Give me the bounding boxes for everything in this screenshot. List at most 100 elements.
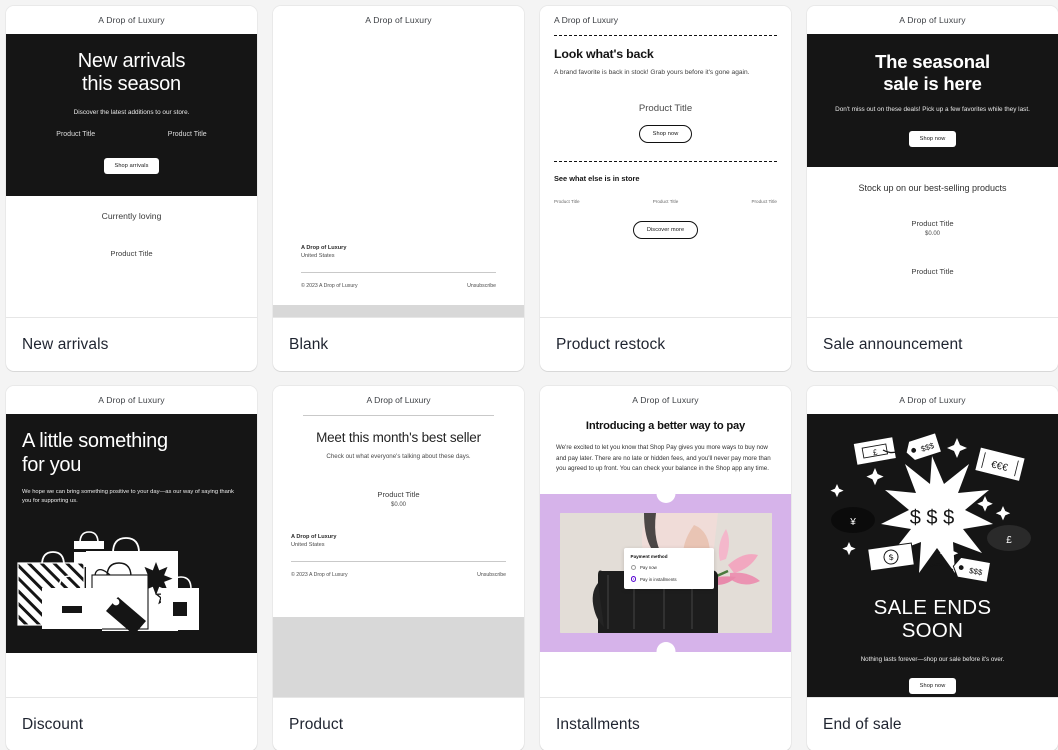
template-preview-end-of-sale: A Drop of Luxury $ $ $ £ €€€ $ $$$ $$$ ¥… (807, 386, 1058, 697)
hero-title-line2: for you (22, 453, 82, 476)
product-title: Product Title (911, 218, 954, 228)
svg-text:$ $ $: $ $ $ (910, 507, 954, 529)
product-price: $0.00 (924, 230, 940, 237)
template-card-blank[interactable]: A Drop of Luxury A Drop of Luxury United… (273, 6, 524, 371)
restock-product-grid: Product Title Product Title Product Titl… (554, 199, 777, 204)
footer-divider (291, 561, 506, 562)
email-footer: A Drop of Luxury United States © 2023 A … (291, 534, 506, 578)
radio-unselected-icon[interactable] (630, 564, 636, 571)
hero-section: The seasonal sale is here Don't miss out… (807, 34, 1058, 167)
email-brand-name: A Drop of Luxury (98, 15, 165, 25)
shop-pay-photo: Payment method Pay now Pay in installmen… (559, 512, 772, 633)
hero-subtitle: Don't miss out on these deals! Pick up a… (835, 106, 1030, 114)
payment-option-pay-now[interactable]: Pay now (630, 564, 707, 571)
shop-arrivals-button[interactable]: Shop arrivals (103, 158, 160, 175)
lower-heading: Currently loving (101, 211, 162, 222)
lower-section: Stock up on our best-selling products Pr… (807, 167, 1058, 276)
template-preview-product-restock: A Drop of Luxury Look what's back A bran… (540, 6, 791, 317)
email-brand-name: A Drop of Luxury (554, 15, 619, 25)
template-card-sale-announcement[interactable]: A Drop of Luxury The seasonal sale is he… (807, 6, 1058, 371)
dotted-divider-bottom (554, 160, 777, 162)
hero-title: A little something for you (22, 430, 241, 477)
payment-option-label: Pay in installments (640, 576, 677, 582)
card-label-end-of-sale: End of sale (807, 697, 1058, 750)
hero-section: A little something for you We hope we ca… (6, 414, 257, 653)
hero-title: New arrivals this season (20, 50, 243, 97)
hero-title: SALE ENDS SOON (807, 596, 1058, 643)
footer-copyright: © 2023 A Drop of Luxury (301, 283, 358, 289)
hero-title-line1: SALE ENDS (873, 596, 992, 619)
hero-title: The seasonal sale is here (821, 51, 1044, 94)
footer-divider (301, 272, 496, 273)
footer-copyright: © 2023 A Drop of Luxury (291, 572, 348, 578)
hero-section: $ $ $ £ €€€ $ $$$ $$$ ¥ £ SALE ENDS SOON… (807, 414, 1058, 697)
email-footer: A Drop of Luxury United States © 2023 A … (273, 245, 524, 289)
shopping-bags-illustration (17, 531, 199, 635)
card-label-new-arrivals: New arrivals (6, 317, 257, 371)
restock-product-title: Product Title (638, 102, 693, 114)
hero-title-line2: SOON (901, 618, 964, 642)
grid-product-2: Product Title (652, 198, 679, 204)
cta-wrap: Shop now (807, 674, 1058, 694)
hero-subtitle: Nothing lasts forever—shop our sale befo… (860, 655, 1005, 663)
template-card-new-arrivals[interactable]: A Drop of Luxury New arrivals this seaso… (6, 6, 257, 371)
purple-band: Payment method Pay now Pay in installmen… (540, 484, 791, 662)
template-card-product[interactable]: A Drop of Luxury Meet this month's best … (273, 386, 524, 750)
preview-bottom-bar (273, 305, 524, 317)
notch-top-icon (656, 484, 675, 504)
radio-selected-icon[interactable] (630, 576, 636, 582)
product-title: Product Title (377, 490, 420, 499)
card-label-product: Product (273, 697, 524, 750)
footer-brand: A Drop of Luxury (301, 245, 347, 251)
installments-body: We're excited to let you know that Shop … (556, 444, 771, 473)
template-preview-blank: A Drop of Luxury A Drop of Luxury United… (273, 6, 524, 317)
notch-bottom-icon (656, 642, 675, 662)
template-preview-sale-announcement: A Drop of Luxury The seasonal sale is he… (807, 6, 1058, 317)
shop-now-button[interactable]: Shop now (638, 124, 693, 143)
email-brand-name: A Drop of Luxury (366, 395, 431, 405)
card-label-sale-announcement: Sale announcement (807, 317, 1058, 371)
product-title-2: Product Title (911, 266, 954, 276)
template-card-installments[interactable]: A Drop of Luxury Introducing a better wa… (540, 386, 791, 750)
card-label-product-restock: Product restock (540, 317, 791, 371)
email-brand-name: A Drop of Luxury (365, 15, 432, 25)
hero-section: New arrivals this season Discover the la… (6, 34, 257, 197)
template-card-discount[interactable]: A Drop of Luxury A little something for … (6, 386, 257, 750)
unsubscribe-link[interactable]: Unsubscribe (477, 572, 506, 578)
lower-product-title: Product Title (110, 249, 153, 259)
email-template-grid: A Drop of Luxury New arrivals this seaso… (0, 0, 1058, 750)
money-burst-illustration: $ $ $ £ €€€ $ $$$ $$$ ¥ £ (830, 432, 1031, 583)
payment-option-installments[interactable]: Pay in installments (630, 576, 707, 582)
shop-now-button[interactable]: Shop now (908, 677, 957, 694)
cta-wrap-secondary: Discover more (554, 218, 777, 239)
hero-title-line2: sale is here (883, 72, 982, 94)
hero-subtitle: Discover the latest additions to our sto… (73, 108, 190, 116)
product-row: Product Title Product Title (20, 131, 243, 138)
card-label-installments: Installments (540, 697, 791, 750)
restock-subheading: See what else is in store (554, 173, 640, 183)
lower-heading: Stock up on our best-selling products (858, 182, 1007, 193)
discover-more-button[interactable]: Discover more (632, 220, 699, 239)
hero-title-line2: this season (82, 73, 181, 96)
shop-now-button[interactable]: Shop now (908, 130, 957, 147)
restock-body: A brand favorite is back in stock! Grab … (554, 69, 750, 76)
email-brand-name: A Drop of Luxury (98, 395, 165, 405)
template-card-product-restock[interactable]: A Drop of Luxury Look what's back A bran… (540, 6, 791, 371)
hero-title-line1: A little something (22, 430, 168, 452)
blank-body (273, 34, 524, 245)
unsubscribe-link[interactable]: Unsubscribe (467, 283, 496, 289)
lower-section: Currently loving Product Title (6, 196, 257, 258)
dotted-divider-top (554, 35, 777, 36)
product-title-left: Product Title (56, 131, 96, 139)
payment-card-title: Payment method (630, 553, 668, 559)
preview-bottom-bar (273, 617, 524, 697)
grid-product-3: Product Title (751, 198, 777, 204)
svg-text:£: £ (1006, 535, 1012, 546)
card-label-discount: Discount (6, 697, 257, 750)
template-card-end-of-sale[interactable]: A Drop of Luxury $ $ $ £ €€€ $ $$$ $$$ ¥… (807, 386, 1058, 750)
footer-country: United States (291, 542, 325, 548)
top-divider (303, 415, 494, 416)
card-label-blank: Blank (273, 317, 524, 371)
hero-subtitle: We hope we can bring something positive … (22, 489, 234, 505)
grid-product-1: Product Title (554, 198, 580, 204)
